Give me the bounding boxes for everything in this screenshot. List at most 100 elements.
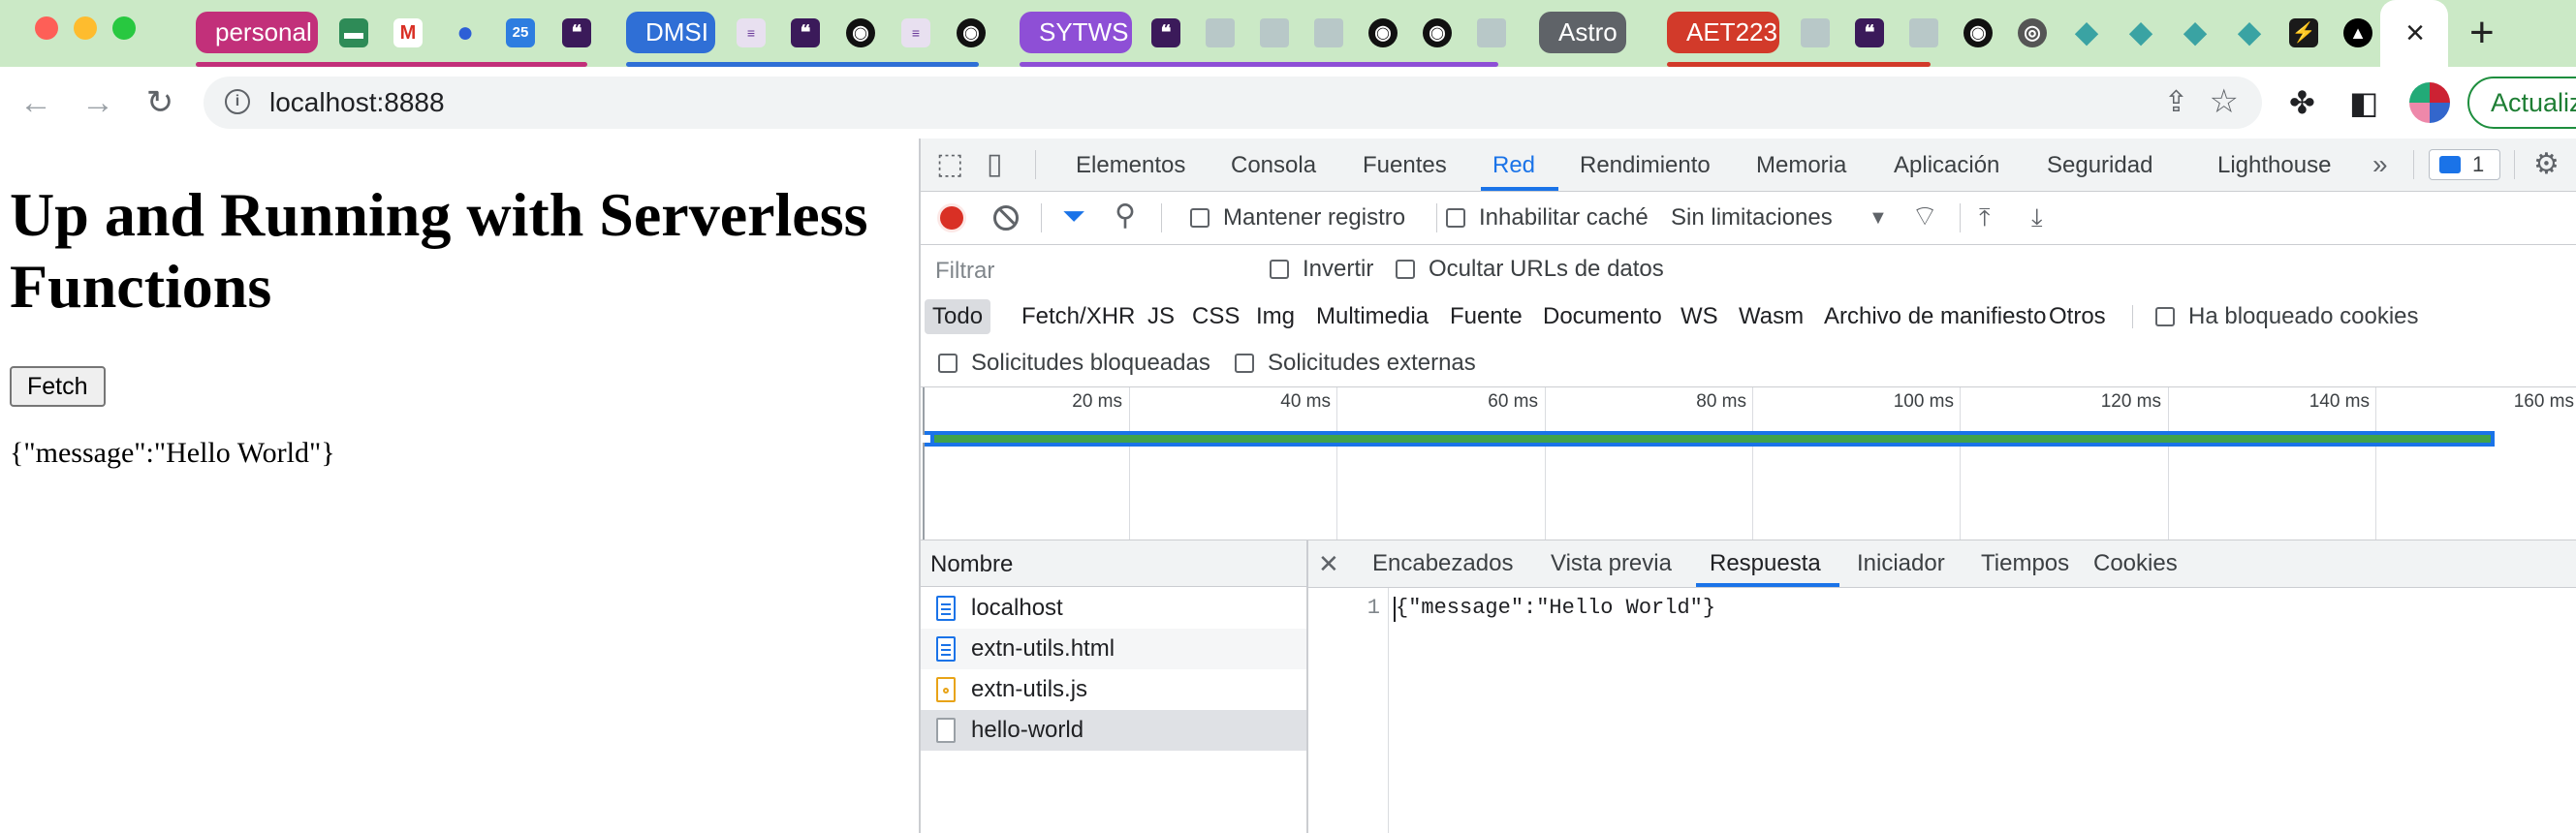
quote-app-icon[interactable]: ❝ — [1151, 18, 1180, 47]
site-icon[interactable]: ≡ — [737, 18, 766, 47]
quote-app-icon[interactable]: ❝ — [1855, 18, 1884, 47]
tab-rendimiento[interactable]: Rendimiento — [1580, 139, 1711, 193]
github-icon[interactable]: ◉ — [1423, 18, 1452, 47]
tab-respuesta[interactable]: Respuesta — [1710, 540, 1821, 587]
tab-vista-previa[interactable]: Vista previa — [1551, 540, 1672, 587]
tab-elementos[interactable]: Elementos — [1076, 139, 1185, 193]
reload-icon[interactable]: ↻ — [138, 80, 182, 125]
url-text[interactable]: localhost:8888 — [269, 77, 445, 129]
page-icon[interactable] — [1909, 18, 1938, 47]
globe-icon[interactable]: ◎ — [2018, 18, 2047, 47]
import-har-upload-icon[interactable]: ⤒ — [1979, 201, 1991, 232]
filter-funnel-icon[interactable]: ⏷ — [1062, 201, 1085, 232]
hide-data-urls-checkbox[interactable] — [1396, 260, 1415, 279]
tab-red[interactable]: Red — [1492, 139, 1535, 193]
chat-icon[interactable]: ▬ — [339, 18, 368, 47]
filter-type-otros[interactable]: Otros — [2041, 299, 2114, 334]
tab-seguridad[interactable]: Seguridad — [2047, 139, 2152, 193]
tab-group-dmsi[interactable]: DMSI — [626, 12, 715, 53]
contacts-icon[interactable]: ● — [451, 18, 480, 47]
tab-memoria[interactable]: Memoria — [1756, 139, 1846, 193]
issues-badge[interactable]: 1 — [2429, 149, 2500, 180]
tab-group-personal[interactable]: personal — [196, 12, 318, 53]
quote-app-icon[interactable]: ❝ — [791, 18, 820, 47]
site-info-icon[interactable]: i — [225, 89, 250, 114]
response-body[interactable]: {"message":"Hello World"} — [1396, 596, 1715, 620]
export-har-download-icon[interactable]: ⤓ — [2031, 201, 2043, 232]
diamond-icon[interactable]: ◆ — [2072, 18, 2101, 47]
diamond-icon[interactable]: ◆ — [2181, 18, 2210, 47]
github-icon[interactable]: ◉ — [1963, 18, 1993, 47]
page-icon[interactable] — [1260, 18, 1289, 47]
tab-consola[interactable]: Consola — [1231, 139, 1316, 193]
tab-group-astro[interactable]: Astro — [1539, 12, 1626, 53]
more-tabs-chevron-icon[interactable]: » — [2372, 149, 2388, 180]
diamond-icon[interactable]: ◆ — [2126, 18, 2155, 47]
filter-type-fuente[interactable]: Fuente — [1442, 299, 1530, 334]
window-minimize-button[interactable] — [74, 16, 97, 40]
network-conditions-wifi-icon[interactable]: ⌔ — [1911, 201, 1938, 232]
address-bar[interactable]: i localhost:8888 ⇪ ☆ — [204, 77, 2262, 129]
bookmark-star-icon[interactable]: ☆ — [2210, 82, 2239, 121]
third-party-requests-checkbox[interactable] — [1235, 354, 1254, 373]
site-icon[interactable]: ≡ — [901, 18, 930, 47]
tab-iniciador[interactable]: Iniciador — [1857, 540, 1945, 587]
back-arrow-icon[interactable]: ← — [14, 80, 58, 125]
diamond-icon[interactable]: ◆ — [2235, 18, 2264, 47]
page-icon[interactable] — [1206, 18, 1235, 47]
invert-checkbox[interactable] — [1270, 260, 1289, 279]
new-tab-button[interactable]: + — [2469, 10, 2495, 56]
tab-tiempos[interactable]: Tiempos — [1981, 540, 2069, 587]
preserve-log-checkbox[interactable] — [1190, 208, 1209, 228]
bolt-icon[interactable]: ⚡ — [2289, 18, 2318, 47]
filter-input[interactable] — [931, 255, 1251, 288]
filter-type-todo[interactable]: Todo — [925, 299, 991, 334]
filter-type-fetch-xhr[interactable]: Fetch/XHR — [1014, 299, 1143, 334]
request-row-hello-world[interactable]: hello-world — [921, 710, 1306, 751]
blocked-requests-checkbox[interactable] — [938, 354, 958, 373]
tab-group-aet223[interactable]: AET223 — [1667, 12, 1779, 53]
record-icon[interactable] — [940, 206, 963, 230]
settings-gear-icon[interactable]: ⚙ — [2533, 149, 2560, 180]
github-icon[interactable]: ◉ — [846, 18, 875, 47]
window-close-button[interactable] — [35, 16, 58, 40]
inspect-element-icon[interactable]: ⬚ — [936, 149, 963, 180]
filter-type-multimedia[interactable]: Multimedia — [1308, 299, 1436, 334]
request-row-extn-utils-html[interactable]: extn-utils.html — [921, 629, 1306, 669]
share-icon[interactable]: ⇪ — [2164, 84, 2188, 121]
column-header-nombre[interactable]: Nombre — [921, 540, 1306, 587]
page-icon[interactable] — [1477, 18, 1506, 47]
calendar-icon[interactable]: 25 — [506, 18, 535, 47]
filter-type-manifest[interactable]: Archivo de manifiesto — [1816, 299, 2054, 334]
profile-avatar[interactable] — [2409, 82, 2450, 123]
network-overview-timeline[interactable]: 20 ms 40 ms 60 ms 80 ms 100 ms 120 ms 14… — [921, 387, 2576, 540]
filter-type-css[interactable]: CSS — [1184, 299, 1247, 334]
close-tab-icon[interactable]: × — [2396, 12, 2435, 54]
tab-encabezados[interactable]: Encabezados — [1372, 540, 1513, 587]
quote-app-icon[interactable]: ❝ — [562, 18, 591, 47]
blocked-cookies-checkbox[interactable] — [2155, 307, 2175, 326]
disable-cache-checkbox[interactable] — [1446, 208, 1465, 228]
filter-type-js[interactable]: JS — [1140, 299, 1182, 334]
tab-lighthouse[interactable]: Lighthouse — [2217, 139, 2331, 193]
close-detail-icon[interactable]: ✕ — [1318, 540, 1339, 587]
fetch-button[interactable]: Fetch — [10, 366, 106, 407]
extensions-puzzle-icon[interactable]: ✤ — [2289, 84, 2315, 121]
search-icon[interactable]: ⚲ — [1115, 201, 1136, 231]
device-toolbar-icon[interactable]: ▯ — [987, 149, 1003, 180]
clear-icon[interactable] — [993, 205, 1019, 231]
filter-type-documento[interactable]: Documento — [1535, 299, 1670, 334]
request-row-localhost[interactable]: localhost — [921, 588, 1306, 629]
filter-type-wasm[interactable]: Wasm — [1731, 299, 1811, 334]
gmail-icon[interactable]: M — [393, 18, 423, 47]
update-button[interactable]: Actualiz — [2467, 77, 2576, 129]
filter-input-box[interactable] — [930, 254, 1252, 289]
tab-fuentes[interactable]: Fuentes — [1363, 139, 1447, 193]
tab-group-sytws[interactable]: SYTWS — [1020, 12, 1132, 53]
forward-arrow-icon[interactable]: → — [76, 80, 120, 125]
github-icon[interactable]: ◉ — [957, 18, 986, 47]
filter-type-ws[interactable]: WS — [1673, 299, 1726, 334]
request-row-extn-utils-js[interactable]: extn-utils.js — [921, 669, 1306, 710]
side-panel-icon[interactable]: ◧ — [2349, 84, 2378, 121]
filter-type-img[interactable]: Img — [1248, 299, 1303, 334]
